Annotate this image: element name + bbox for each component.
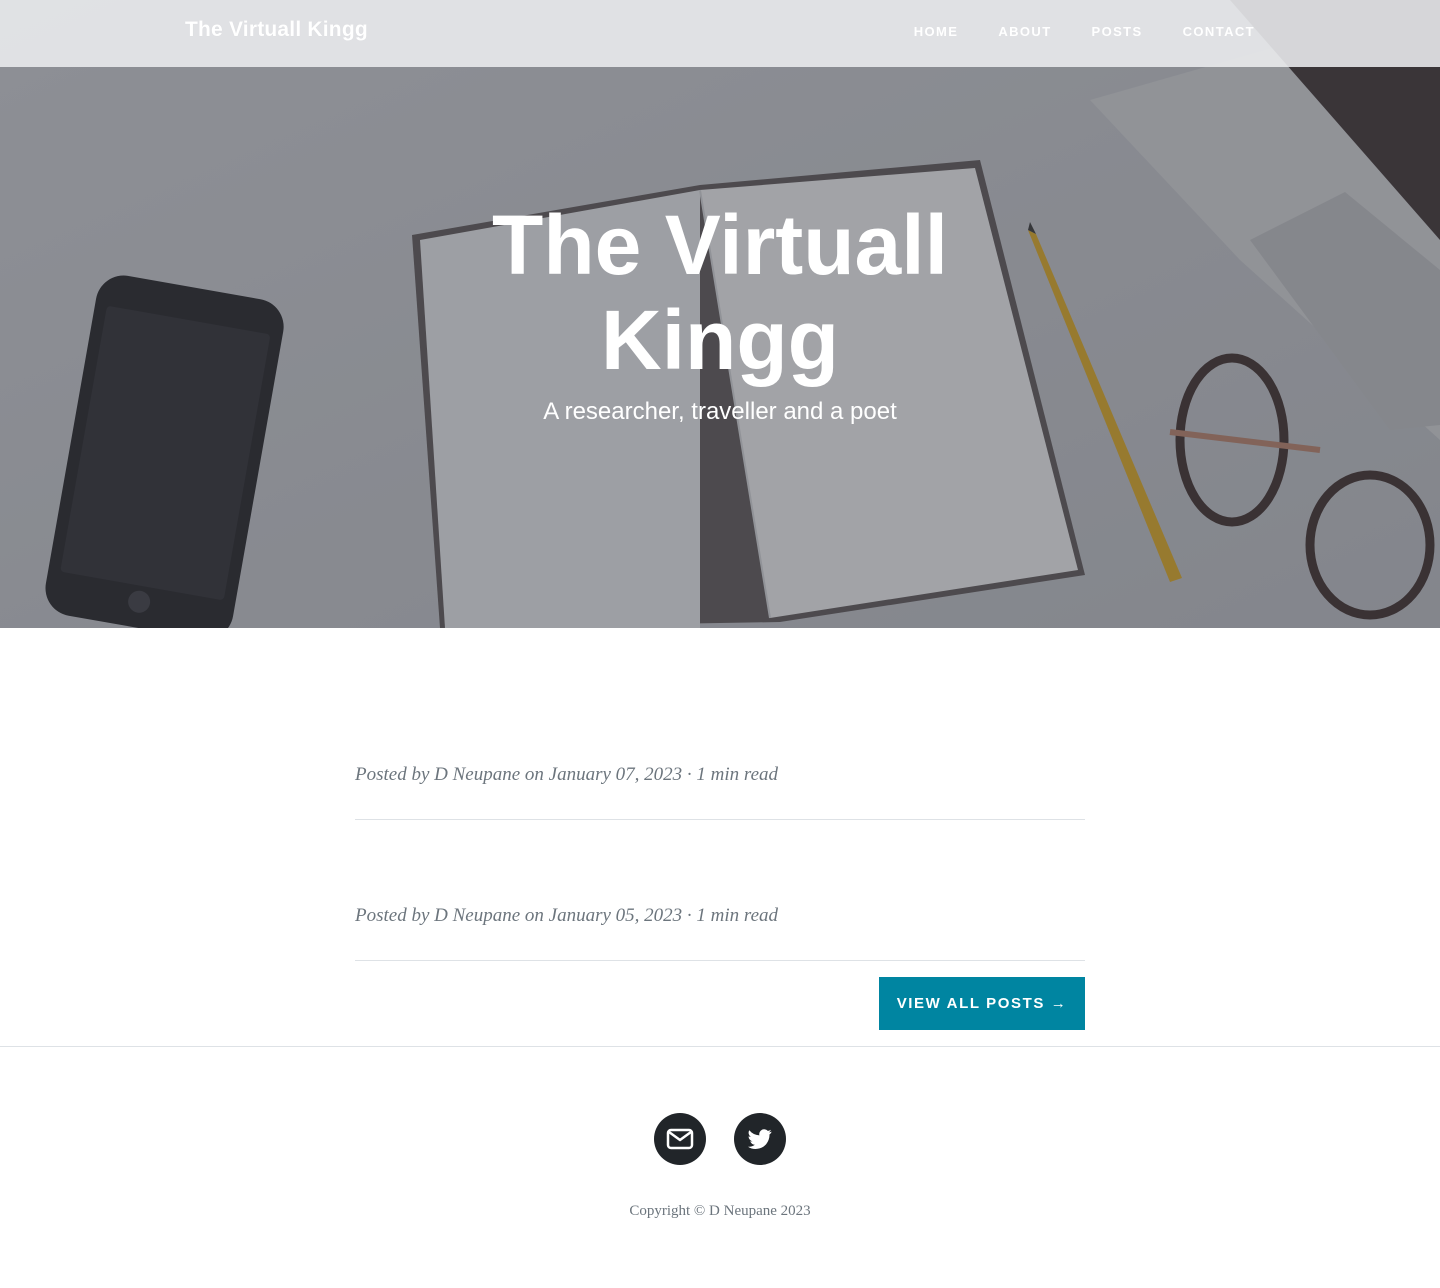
post-divider (355, 960, 1085, 961)
envelope-icon (666, 1128, 694, 1150)
post-preview[interactable]: Posted by D Neupane on January 07, 2023 … (355, 764, 1085, 786)
hero-subtitle: A researcher, traveller and a poet (543, 398, 897, 425)
post-divider (355, 819, 1085, 820)
copyright-text: Copyright © D Neupane 2023 (629, 1203, 811, 1219)
twitter-icon (748, 1129, 772, 1149)
nav-link-contact[interactable]: Contact (1183, 24, 1255, 39)
twitter-link[interactable] (734, 1113, 786, 1165)
hero-section: The Virtuall Kingg A researcher, travell… (0, 0, 1440, 628)
navbar: The Virtuall Kingg Home About Posts Cont… (0, 0, 1440, 67)
hero-title: The Virtuall Kingg (0, 198, 1440, 388)
footer-divider (0, 1046, 1440, 1047)
post-meta: Posted by D Neupane on January 05, 2023 … (355, 905, 779, 926)
post-preview[interactable]: Posted by D Neupane on January 05, 2023 … (355, 905, 1085, 927)
email-link[interactable] (654, 1113, 706, 1165)
nav-link-about[interactable]: About (998, 24, 1051, 39)
hero-title-line-1: The Virtuall (492, 198, 948, 292)
nav-link-home[interactable]: Home (914, 24, 959, 39)
nav-link-posts[interactable]: Posts (1092, 24, 1143, 39)
hero-title-line-2: Kingg (601, 293, 839, 387)
post-meta: Posted by D Neupane on January 07, 2023 … (355, 764, 779, 785)
brand-link[interactable]: The Virtuall Kingg (185, 18, 368, 42)
nav-links: Home About Posts Contact (874, 24, 1255, 39)
social-links (0, 1113, 1440, 1165)
view-all-posts-button[interactable]: View All Posts → (879, 977, 1085, 1030)
